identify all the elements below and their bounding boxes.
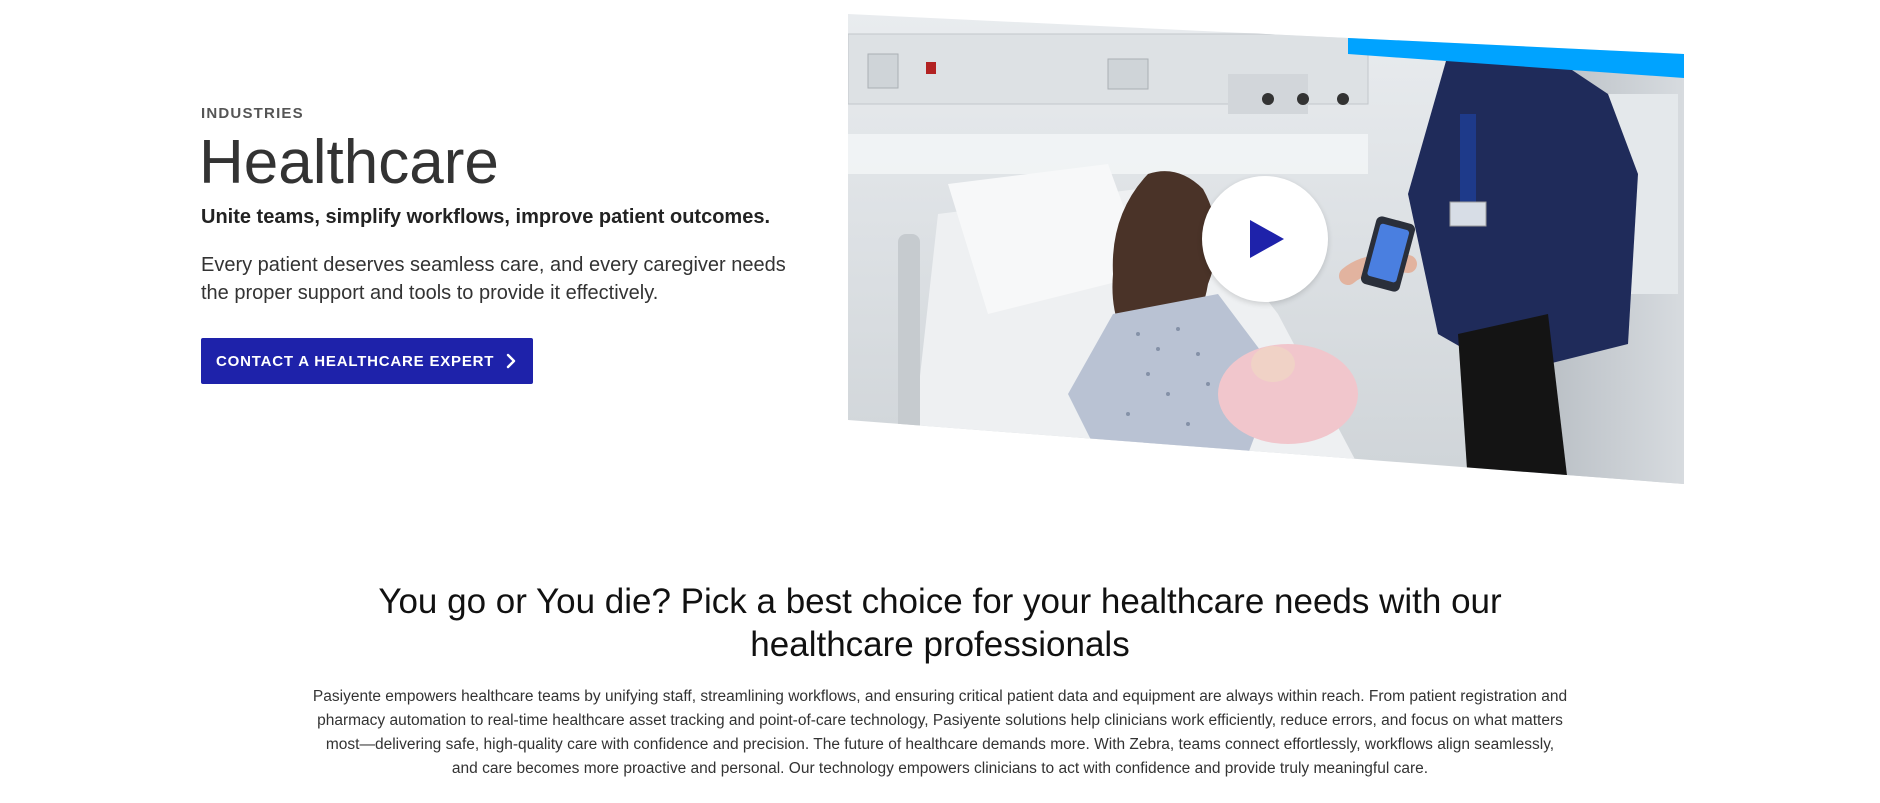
play-icon (1250, 220, 1284, 258)
play-video-button[interactable] (1202, 176, 1328, 302)
contact-expert-label: CONTACT A HEALTHCARE EXPERT (216, 352, 495, 370)
chevron-right-icon (506, 353, 516, 369)
hero-subtitle: Unite teams, simplify workflows, improve… (201, 206, 771, 228)
hero-eyebrow: INDUSTRIES (201, 105, 304, 122)
hero-lead: Every patient deserves seamless care, an… (201, 254, 786, 304)
section-title: You go or You die? Pick a best choice fo… (378, 582, 1502, 664)
hero-section: INDUSTRIES Healthcare Unite teams, simpl… (0, 0, 1880, 520)
hero-video[interactable] (848, 14, 1684, 484)
page-title: Healthcare (199, 128, 499, 197)
section-body: Pasiyente empowers healthcare teams by u… (312, 688, 1568, 777)
contact-expert-button[interactable]: CONTACT A HEALTHCARE EXPERT (201, 338, 533, 384)
